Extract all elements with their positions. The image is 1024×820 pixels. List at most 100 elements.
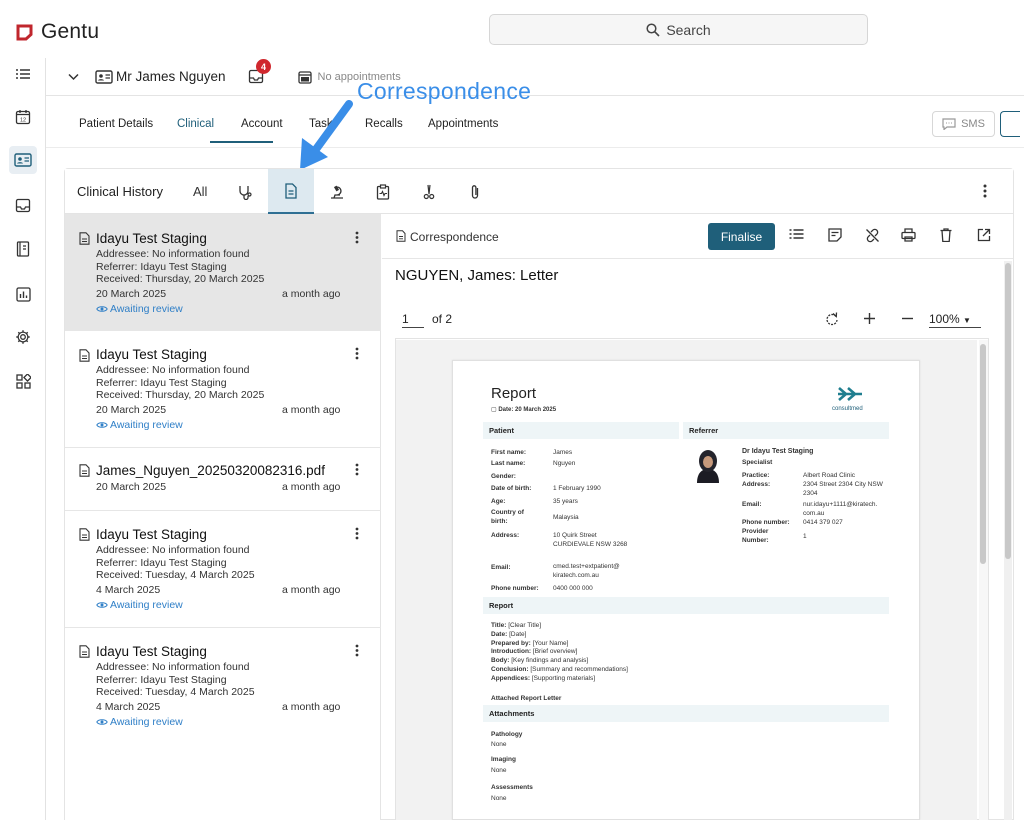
patient-card-icon[interactable] xyxy=(9,146,37,174)
sms-button[interactable]: SMS xyxy=(932,111,995,137)
item-title: Idayu Test Staging xyxy=(96,347,207,362)
item-more-icon[interactable] xyxy=(355,463,359,476)
patient-name[interactable]: Mr James Nguyen xyxy=(116,69,226,84)
list-item[interactable]: Idayu Test Staging Addressee: No informa… xyxy=(65,331,381,448)
item-status[interactable]: Awaiting review xyxy=(96,599,183,611)
item-more-icon[interactable] xyxy=(355,644,359,657)
eye-icon xyxy=(96,305,108,313)
field-value: James xyxy=(553,449,573,456)
zoom-out-icon[interactable] xyxy=(901,312,914,325)
filter-all[interactable]: All xyxy=(193,184,207,199)
document-icon xyxy=(79,232,90,245)
tab-appointments[interactable]: Appointments xyxy=(428,118,498,130)
field-label: Email: xyxy=(491,564,511,571)
eye-icon xyxy=(96,601,108,609)
apps-grid-icon[interactable] xyxy=(9,367,37,395)
document-type-icon xyxy=(396,230,406,242)
more-actions-button[interactable] xyxy=(1000,111,1020,137)
item-status[interactable]: Awaiting review xyxy=(96,716,183,728)
page-number-input[interactable]: 1 xyxy=(402,312,424,328)
tab-patient-details[interactable]: Patient Details xyxy=(79,118,153,130)
item-more-icon[interactable] xyxy=(355,347,359,360)
item-referrer: Referrer: Idayu Test Staging xyxy=(96,377,227,389)
active-tab-indicator xyxy=(210,141,273,143)
list-item[interactable]: Idayu Test Staging Addressee: No informa… xyxy=(65,628,381,745)
document-icon xyxy=(79,645,90,658)
list-view-icon[interactable] xyxy=(789,228,804,240)
list-item[interactable]: Idayu Test Staging Addressee: No informa… xyxy=(65,214,381,331)
field-label: Email: xyxy=(742,501,762,508)
chevron-down-icon[interactable] xyxy=(68,73,79,81)
referrer-avatar xyxy=(691,447,725,483)
item-date: 4 March 2025 xyxy=(96,584,161,596)
filter-microscope-icon[interactable] xyxy=(314,169,360,214)
item-status-text: Awaiting review xyxy=(110,716,183,728)
filter-scissors-icon[interactable] xyxy=(406,169,452,214)
zoom-select[interactable]: 100% ▼ xyxy=(929,312,981,328)
search-bar[interactable]: Search xyxy=(489,14,868,45)
delete-icon[interactable] xyxy=(940,228,952,242)
field-label: Age: xyxy=(491,498,506,505)
rotate-icon[interactable] xyxy=(825,312,839,326)
date-calendar-icon: ▢ xyxy=(491,407,497,413)
list-item[interactable]: James_Nguyen_20250320082316.pdf 20 March… xyxy=(65,448,381,511)
consultmed-logo-icon xyxy=(836,385,866,403)
line-value: [Date] xyxy=(509,630,527,638)
item-status-text: Awaiting review xyxy=(110,303,183,315)
document-icon xyxy=(79,464,90,477)
line-label: Title: xyxy=(491,622,507,629)
item-addressee: Addressee: No information found xyxy=(96,248,250,260)
tab-account[interactable]: Account xyxy=(241,118,283,130)
report-section: Report xyxy=(483,597,889,614)
referrer-name: Dr Idayu Test Staging xyxy=(742,448,814,455)
line-label: Prepared by: xyxy=(491,639,531,647)
search-label: Search xyxy=(666,21,711,38)
field-label: Gender: xyxy=(491,473,516,480)
pdf-scrollbar[interactable] xyxy=(979,340,988,820)
book-icon[interactable] xyxy=(9,235,37,263)
calendar-icon[interactable]: 12 xyxy=(9,103,37,131)
tab-recalls[interactable]: Recalls xyxy=(365,118,403,130)
unlink-icon[interactable] xyxy=(865,228,880,243)
viewer-header: Correspondence Finalise xyxy=(382,214,1013,259)
item-date: 20 March 2025 xyxy=(96,481,167,493)
item-title: Idayu Test Staging xyxy=(96,644,207,659)
item-status[interactable]: Awaiting review xyxy=(96,419,183,431)
page-total: of 2 xyxy=(432,312,453,326)
list-item[interactable]: Idayu Test Staging Addressee: No informa… xyxy=(65,511,381,628)
filter-correspondence-icon[interactable] xyxy=(268,169,314,214)
zoom-in-icon[interactable] xyxy=(863,312,876,325)
line-label: Date: xyxy=(491,630,508,638)
header-more-icon[interactable] xyxy=(983,184,987,198)
item-date: 20 March 2025 xyxy=(96,288,167,300)
open-external-icon[interactable] xyxy=(977,228,991,242)
app-logo[interactable]: Gentu xyxy=(16,20,99,44)
filter-stethoscope-icon[interactable] xyxy=(222,169,268,214)
reports-chart-icon[interactable] xyxy=(9,280,37,308)
field-label: Provider Number: xyxy=(742,528,769,544)
item-more-icon[interactable] xyxy=(355,527,359,540)
note-edit-icon[interactable] xyxy=(828,228,842,242)
attachment-value: None xyxy=(491,767,507,774)
pdf-toolbar: 1 of 2 100% ▼ xyxy=(395,299,989,339)
inbox-icon[interactable] xyxy=(9,191,37,219)
field-label: Address: xyxy=(742,481,771,488)
tab-clinical[interactable]: Clinical xyxy=(177,118,214,130)
viewer-scrollbar[interactable] xyxy=(1004,261,1012,820)
item-date: 20 March 2025 xyxy=(96,404,167,416)
print-icon[interactable] xyxy=(901,228,916,242)
left-nav: 12 xyxy=(0,58,46,820)
field-value: 2304 Street 2304 City NSW 2304 xyxy=(803,481,883,497)
line-label: Conclusion: xyxy=(491,665,529,673)
item-date: 4 March 2025 xyxy=(96,701,161,713)
item-status[interactable]: Awaiting review xyxy=(96,303,183,315)
line-value: [Summary and recommendations] xyxy=(530,665,628,673)
menu-list-icon[interactable] xyxy=(9,60,37,88)
filter-clipboard-icon[interactable] xyxy=(360,169,406,214)
caret-down-icon: ▼ xyxy=(963,316,971,325)
item-more-icon[interactable] xyxy=(355,231,359,244)
finalise-button[interactable]: Finalise xyxy=(708,223,775,250)
clinical-history-title: Clinical History xyxy=(77,184,163,199)
filter-attachment-icon[interactable] xyxy=(452,169,498,214)
settings-gear-icon[interactable] xyxy=(9,323,37,351)
